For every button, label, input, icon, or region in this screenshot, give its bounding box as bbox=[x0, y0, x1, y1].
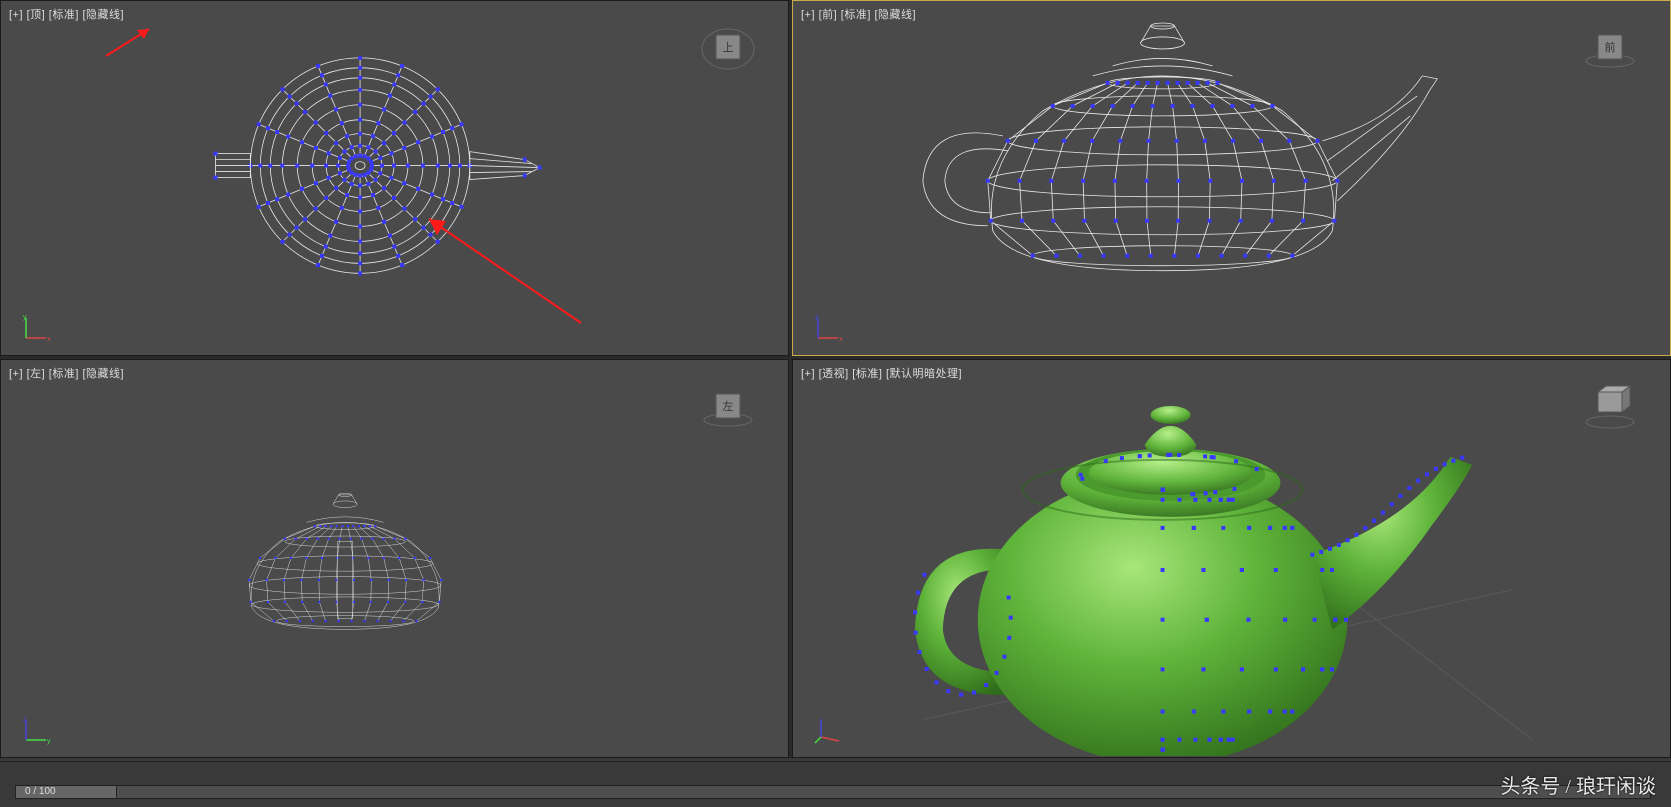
teapot-front-wireframe bbox=[793, 1, 1670, 356]
teapot-left-wireframe bbox=[1, 360, 788, 755]
viewport-menu-view[interactable]: [顶] bbox=[27, 9, 46, 21]
viewport-menu-view[interactable]: [透视] bbox=[819, 368, 849, 380]
viewport-label: [+] [顶] [标准] [隐藏线] bbox=[9, 6, 124, 22]
viewport-menu-view[interactable]: [左] bbox=[27, 368, 46, 380]
watermark: 头条号 / 琅玕闲谈 bbox=[1500, 770, 1656, 799]
view-cube[interactable]: 前 bbox=[1580, 21, 1640, 71]
svg-text:z: z bbox=[23, 716, 27, 723]
viewport-left[interactable]: [+] [左] [标准] [隐藏线] 左 bbox=[0, 359, 789, 758]
axis-gizmo bbox=[813, 715, 843, 745]
timeline-track[interactable] bbox=[15, 785, 1651, 799]
viewport-menu-plus[interactable]: [+] bbox=[9, 368, 23, 380]
viewport-label: [+] [透视] [标准] [默认明暗处理] bbox=[801, 365, 962, 381]
svg-text:x: x bbox=[47, 336, 51, 343]
viewport-front[interactable]: [+] [前] [标准] [隐藏线] 前 bbox=[792, 0, 1671, 356]
viewport-label: [+] [左] [标准] [隐藏线] bbox=[9, 365, 124, 381]
svg-text:x: x bbox=[839, 336, 843, 343]
view-cube[interactable]: 左 bbox=[698, 380, 758, 430]
view-cube[interactable]: 上 bbox=[698, 21, 758, 71]
timeline: 0 / 100 bbox=[0, 761, 1671, 807]
view-cube[interactable] bbox=[1580, 380, 1640, 430]
svg-text:y: y bbox=[47, 738, 51, 745]
viewport-menu-plus[interactable]: [+] bbox=[801, 368, 815, 380]
frame-indicator: 0 / 100 bbox=[25, 786, 56, 797]
viewport-menu-shading[interactable]: [隐藏线] bbox=[82, 368, 124, 380]
svg-text:y: y bbox=[23, 314, 27, 321]
svg-text:z: z bbox=[815, 314, 819, 321]
viewport-menu-plus[interactable]: [+] bbox=[801, 9, 815, 21]
teapot-perspective-shaded bbox=[793, 360, 1670, 756]
viewport-menu-mode[interactable]: [标准] bbox=[49, 9, 79, 21]
viewport-menu-view[interactable]: [前] bbox=[819, 9, 838, 21]
viewport-perspective[interactable]: [+] [透视] [标准] [默认明暗处理] bbox=[792, 359, 1671, 758]
annotation-arrow bbox=[421, 211, 591, 331]
viewport-label: [+] [前] [标准] [隐藏线] bbox=[801, 6, 916, 22]
viewport-menu-mode[interactable]: [标准] bbox=[841, 9, 871, 21]
viewport-quad: [+] [顶] [标准] [隐藏线] 上 bbox=[0, 0, 1671, 758]
svg-text:上: 上 bbox=[723, 41, 734, 54]
viewport-menu-shading[interactable]: [默认明暗处理] bbox=[886, 368, 962, 380]
axis-gizmo: x z bbox=[813, 313, 843, 343]
viewport-menu-shading[interactable]: [隐藏线] bbox=[82, 9, 124, 21]
axis-gizmo: x y bbox=[21, 313, 51, 343]
viewport-menu-mode[interactable]: [标准] bbox=[852, 368, 882, 380]
viewport-menu-shading[interactable]: [隐藏线] bbox=[874, 9, 916, 21]
viewport-top[interactable]: [+] [顶] [标准] [隐藏线] 上 bbox=[0, 0, 789, 356]
annotation-arrow bbox=[101, 21, 161, 61]
svg-text:前: 前 bbox=[1605, 40, 1616, 54]
viewport-menu-mode[interactable]: [标准] bbox=[49, 368, 79, 380]
axis-gizmo: y z bbox=[21, 715, 51, 745]
viewport-menu-plus[interactable]: [+] bbox=[9, 9, 23, 21]
svg-text:左: 左 bbox=[723, 400, 734, 413]
